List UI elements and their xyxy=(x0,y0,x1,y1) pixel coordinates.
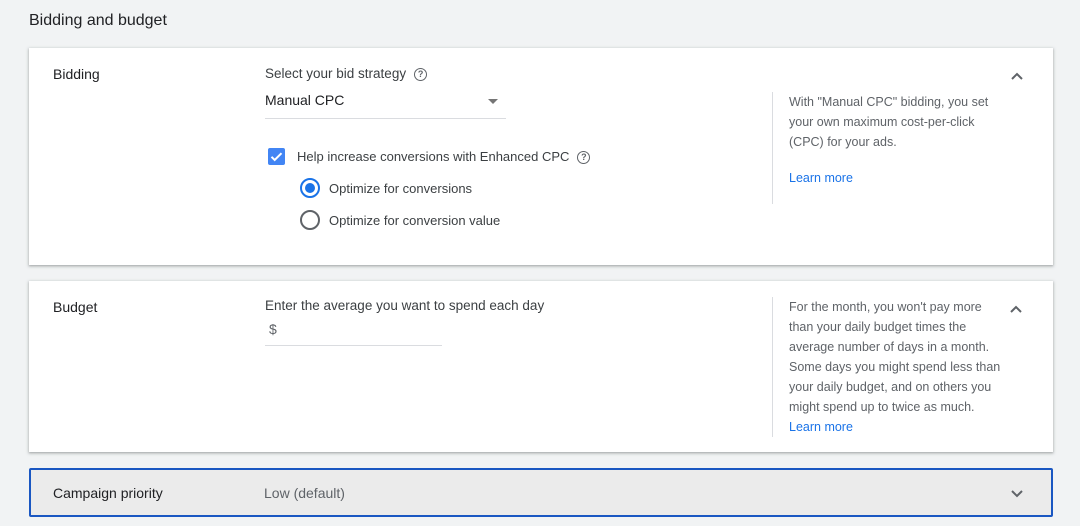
bid-strategy-label: Select your bid strategy? xyxy=(265,66,428,81)
budget-card: Budget Enter the average you want to spe… xyxy=(29,281,1053,452)
dropdown-arrow-icon xyxy=(488,99,498,104)
bidding-card: Bidding Select your bid strategy? Manual… xyxy=(29,48,1053,265)
budget-prompt: Enter the average you want to spend each… xyxy=(265,298,545,313)
radio-optimize-conversion-value[interactable] xyxy=(300,210,320,230)
learn-more-link[interactable]: Learn more xyxy=(789,168,1002,188)
bidding-help-text: With "Manual CPC" bidding, you set your … xyxy=(789,95,989,149)
bidding-help: With "Manual CPC" bidding, you set your … xyxy=(772,92,1002,204)
bid-strategy-select[interactable]: Manual CPC xyxy=(265,92,506,119)
budget-help-text: For the month, you won't pay more than y… xyxy=(789,300,1001,414)
budget-help: For the month, you won't pay more than y… xyxy=(772,297,1002,437)
priority-label: Campaign priority xyxy=(53,485,163,501)
budget-label: Budget xyxy=(53,299,98,315)
chevron-down-icon[interactable] xyxy=(1009,485,1025,501)
bidding-label: Bidding xyxy=(53,66,100,82)
help-icon[interactable]: ? xyxy=(577,151,591,165)
ecpc-checkbox[interactable] xyxy=(268,148,285,165)
chevron-up-icon[interactable] xyxy=(1009,68,1025,84)
learn-more-link[interactable]: Learn more xyxy=(789,420,853,434)
checkmark-icon xyxy=(270,152,283,162)
currency-symbol: $ xyxy=(269,321,277,337)
bid-strategy-text: Select your bid strategy xyxy=(265,66,407,81)
radio-optimize-conversions[interactable] xyxy=(300,178,320,198)
ecpc-text: Help increase conversions with Enhanced … xyxy=(297,149,570,164)
bid-strategy-value: Manual CPC xyxy=(265,92,345,108)
ecpc-label: Help increase conversions with Enhanced … xyxy=(297,149,591,165)
section-title: Bidding and budget xyxy=(29,12,167,29)
option-label: Optimize for conversions xyxy=(329,181,473,196)
chevron-up-icon[interactable] xyxy=(1008,301,1024,317)
option-label: Optimize for conversion value xyxy=(329,213,501,228)
help-icon[interactable]: ? xyxy=(414,67,428,81)
campaign-priority-row[interactable]: Campaign priority Low (default) xyxy=(29,468,1053,517)
priority-value: Low (default) xyxy=(264,485,345,501)
budget-input[interactable]: $ xyxy=(265,319,442,346)
